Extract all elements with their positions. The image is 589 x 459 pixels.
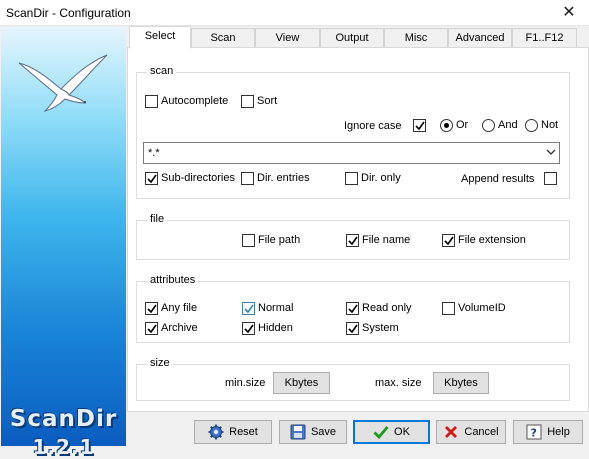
radio-or-dot[interactable] bbox=[440, 119, 453, 132]
svg-text:?: ? bbox=[531, 427, 537, 440]
size-legend: size bbox=[147, 357, 173, 369]
volume-id-box[interactable] bbox=[442, 302, 455, 315]
radio-not-dot[interactable] bbox=[525, 119, 538, 132]
ignore-case-box[interactable] bbox=[413, 119, 426, 132]
checkmark-icon bbox=[147, 304, 157, 314]
tab-view[interactable]: View bbox=[255, 28, 320, 48]
file-legend: file bbox=[147, 213, 168, 225]
max-size-label: max. size bbox=[375, 377, 422, 389]
ok-button[interactable]: OK bbox=[353, 420, 430, 444]
ignore-case-label: Ignore case bbox=[344, 120, 402, 132]
help-question-icon: ? bbox=[526, 424, 542, 440]
size-group: size bbox=[136, 357, 570, 401]
sub-directories-box[interactable] bbox=[145, 172, 158, 185]
checkmark-icon bbox=[147, 174, 157, 184]
tab-advanced[interactable]: Advanced bbox=[448, 28, 512, 48]
radio-and-dot[interactable] bbox=[482, 119, 495, 132]
title-bar: ScanDir - Configuration ✕ bbox=[0, 0, 589, 26]
brand-name: ScanDir bbox=[9, 406, 118, 432]
red-x-icon bbox=[445, 426, 458, 438]
checkmark-icon bbox=[147, 324, 157, 334]
checkmark-icon bbox=[244, 324, 254, 334]
min-size-label: min.size bbox=[225, 377, 266, 389]
save-button[interactable]: Save bbox=[279, 420, 347, 444]
pattern-value: *.* bbox=[148, 147, 160, 159]
file-path-box[interactable] bbox=[242, 234, 255, 247]
normal-checkbox[interactable]: Normal bbox=[242, 302, 293, 316]
min-size-unit-button[interactable]: Kbytes bbox=[273, 372, 330, 394]
max-size-unit-button[interactable]: Kbytes bbox=[433, 372, 489, 394]
help-button[interactable]: ? Help bbox=[513, 420, 583, 444]
checkmark-icon bbox=[348, 324, 358, 334]
attributes-legend: attributes bbox=[147, 274, 199, 286]
scan-legend: scan bbox=[147, 65, 177, 77]
tab-scan[interactable]: Scan bbox=[191, 28, 255, 48]
archive-box[interactable] bbox=[145, 322, 158, 335]
checkmark-icon bbox=[348, 236, 358, 246]
save-label: Save bbox=[310, 426, 337, 438]
file-name-checkbox[interactable]: File name bbox=[346, 234, 410, 248]
sort-box[interactable] bbox=[241, 95, 254, 108]
system-checkbox[interactable]: System bbox=[346, 322, 399, 336]
append-results-box[interactable] bbox=[544, 172, 557, 185]
checkmark-icon bbox=[444, 236, 454, 246]
reset-button[interactable]: Reset bbox=[194, 420, 272, 444]
read-only-box[interactable] bbox=[346, 302, 359, 315]
archive-checkbox[interactable]: Archive bbox=[145, 322, 198, 336]
tab-select[interactable]: Select bbox=[129, 26, 191, 49]
radio-not[interactable]: Not bbox=[525, 119, 558, 133]
floppy-disk-icon bbox=[290, 424, 306, 440]
hidden-checkbox[interactable]: Hidden bbox=[242, 322, 293, 336]
window-title: ScanDir - Configuration bbox=[6, 6, 131, 20]
autocomplete-checkbox[interactable]: Autocomplete bbox=[145, 95, 228, 109]
system-box[interactable] bbox=[346, 322, 359, 335]
any-file-box[interactable] bbox=[145, 302, 158, 315]
checkmark-icon bbox=[348, 304, 358, 314]
checkmark-icon bbox=[373, 426, 389, 440]
file-path-checkbox[interactable]: File path bbox=[242, 234, 300, 248]
file-name-box[interactable] bbox=[346, 234, 359, 247]
checkmark-icon bbox=[415, 121, 425, 131]
dir-only-checkbox[interactable]: Dir. only bbox=[345, 172, 401, 186]
checkmark-icon bbox=[244, 304, 254, 314]
volume-id-checkbox[interactable]: VolumeID bbox=[442, 302, 506, 316]
dir-only-box[interactable] bbox=[345, 172, 358, 185]
side-banner: ScanDir 1.2.1 bbox=[1, 27, 126, 459]
hidden-box[interactable] bbox=[242, 322, 255, 335]
read-only-checkbox[interactable]: Read only bbox=[346, 302, 412, 316]
normal-box[interactable] bbox=[242, 302, 255, 315]
ok-label: OK bbox=[394, 426, 410, 438]
reset-label: Reset bbox=[229, 426, 258, 438]
file-extension-box[interactable] bbox=[442, 234, 455, 247]
dir-entries-box[interactable] bbox=[241, 172, 254, 185]
ignore-case-checkbox[interactable] bbox=[413, 119, 429, 133]
close-button[interactable]: ✕ bbox=[549, 0, 589, 26]
chevron-down-icon[interactable] bbox=[546, 149, 556, 156]
cancel-button[interactable]: Cancel bbox=[436, 420, 506, 444]
tab-f1-f12[interactable]: F1..F12 bbox=[512, 28, 577, 48]
pattern-combobox[interactable]: *.* bbox=[143, 142, 560, 164]
any-file-checkbox[interactable]: Any file bbox=[145, 302, 197, 316]
radio-or[interactable]: Or bbox=[440, 119, 468, 133]
autocomplete-box[interactable] bbox=[145, 95, 158, 108]
tab-misc[interactable]: Misc bbox=[384, 28, 448, 48]
file-extension-checkbox[interactable]: File extension bbox=[442, 234, 526, 248]
cancel-label: Cancel bbox=[464, 426, 499, 438]
append-results-checkbox[interactable] bbox=[544, 172, 560, 186]
append-results-label: Append results bbox=[461, 173, 535, 185]
gear-icon bbox=[208, 424, 224, 440]
dir-entries-checkbox[interactable]: Dir. entries bbox=[241, 172, 310, 186]
seagull-logo-icon bbox=[18, 54, 108, 112]
sub-directories-checkbox[interactable]: Sub-directories bbox=[145, 172, 235, 186]
sort-checkbox[interactable]: Sort bbox=[241, 95, 277, 109]
brand-version: 1.2.1 bbox=[32, 435, 95, 459]
radio-and[interactable]: And bbox=[482, 119, 518, 133]
help-label: Help bbox=[547, 426, 570, 438]
tab-output[interactable]: Output bbox=[320, 28, 384, 48]
